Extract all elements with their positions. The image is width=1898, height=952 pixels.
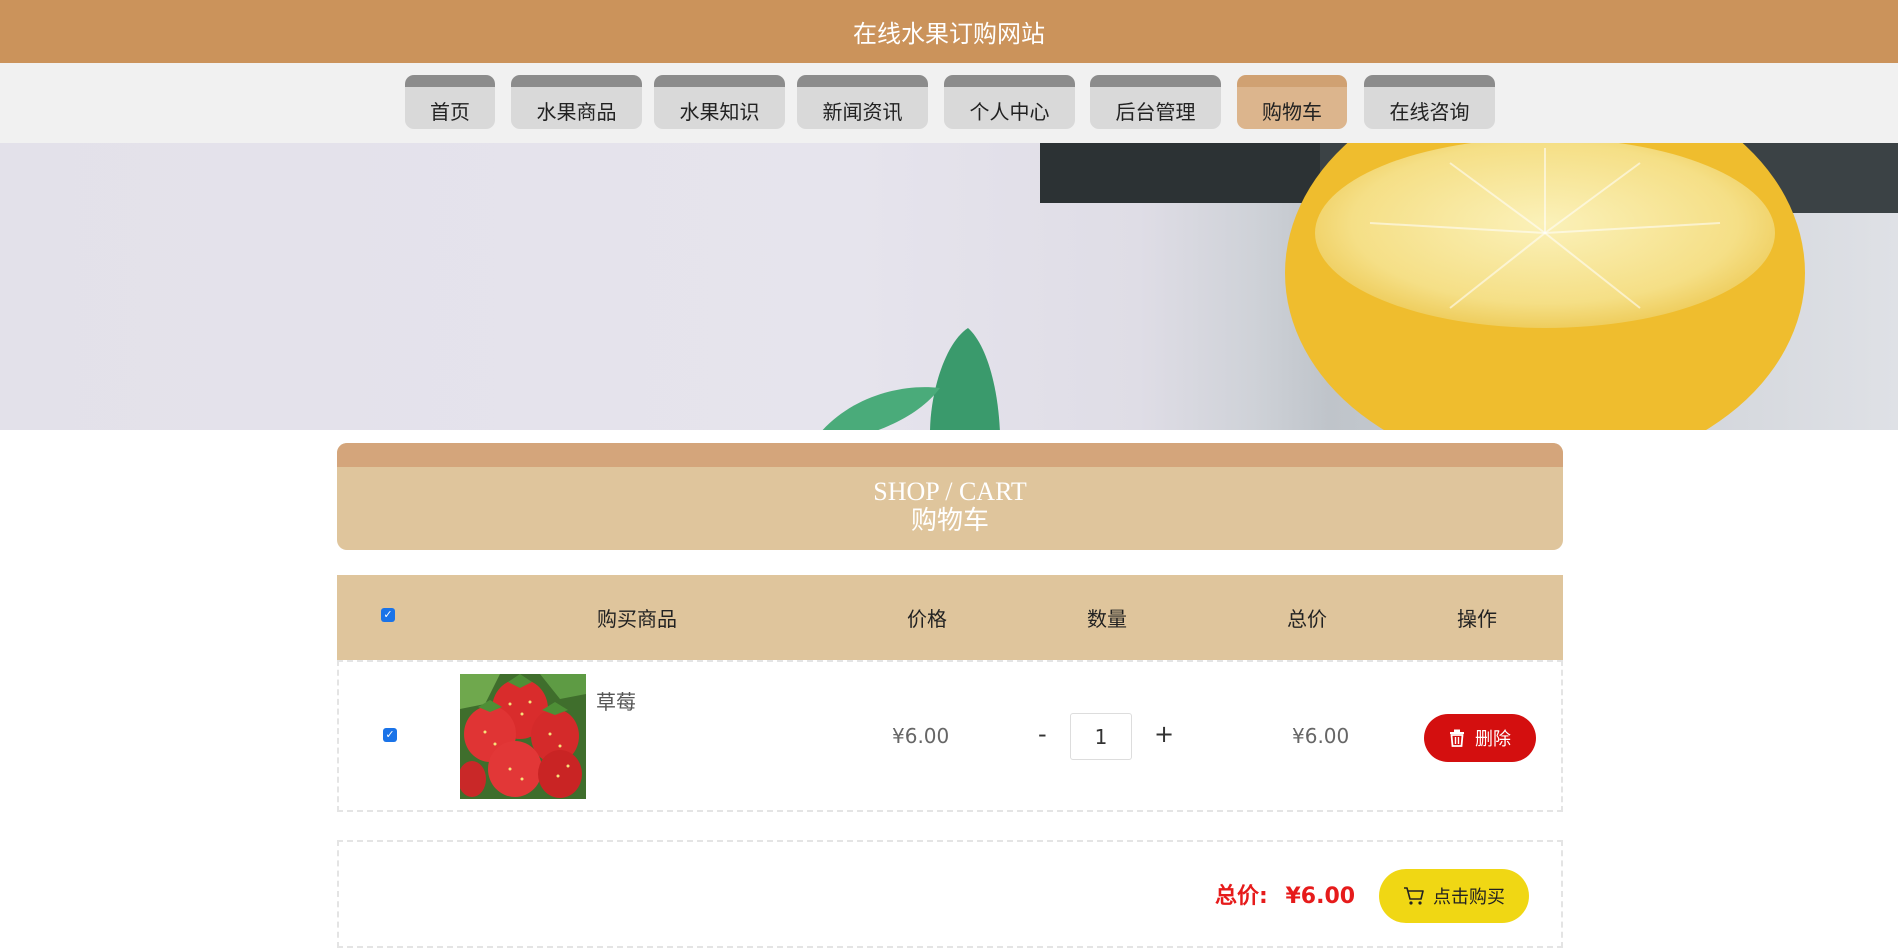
grand-total-label: 总价: [1215, 884, 1268, 909]
lemon-banner-image [822, 143, 1898, 430]
header-total: 总价 [1287, 607, 1327, 631]
checkmark-icon: ✓ [383, 608, 393, 621]
strawberry-icon [460, 674, 586, 799]
title-strip [337, 443, 1563, 467]
grand-total-value: ¥6.00 [1285, 884, 1356, 909]
quantity-input[interactable]: 1 [1070, 713, 1132, 760]
select-all-checkbox[interactable]: ✓ [381, 608, 395, 622]
grand-total: 总价: ¥6.00 [1215, 878, 1355, 910]
nav-item-admin[interactable]: 后台管理 [1090, 75, 1221, 129]
site-header: 在线水果订购网站 [0, 0, 1898, 63]
cart-table-header: ✓ 购买商品 价格 数量 总价 操作 [337, 575, 1563, 660]
nav-item-fruit-products[interactable]: 水果商品 [511, 75, 642, 129]
hero-banner [0, 143, 1898, 430]
buy-button-label: 点击购买 [1433, 887, 1505, 908]
cart-icon [1404, 887, 1424, 905]
nav-item-online-consult[interactable]: 在线咨询 [1364, 75, 1495, 129]
delete-button[interactable]: 删除 [1424, 714, 1536, 762]
item-checkbox[interactable]: ✓ [383, 728, 397, 742]
quantity-decrement-button[interactable]: - [1038, 720, 1047, 748]
header-price: 价格 [907, 607, 947, 631]
header-product: 购买商品 [597, 607, 677, 631]
item-total: ¥6.00 [1292, 724, 1350, 748]
cart-section-title: SHOP / CART 购物车 [337, 443, 1563, 550]
trash-icon [1450, 729, 1464, 747]
header-action: 操作 [1457, 607, 1497, 631]
nav-item-fruit-knowledge[interactable]: 水果知识 [654, 75, 785, 129]
cart-item-row: ✓ 草莓 ¥6.00 - 1 + ¥6.00 删除 [337, 660, 1563, 812]
main-nav: 首页 水果商品 水果知识 新闻资讯 个人中心 后台管理 购物车 在线咨询 [0, 63, 1898, 143]
site-title: 在线水果订购网站 [853, 20, 1045, 48]
buy-button[interactable]: 点击购买 [1379, 869, 1529, 923]
nav-item-cart[interactable]: 购物车 [1237, 75, 1347, 129]
section-title-cn: 购物车 [910, 506, 989, 535]
strawberry-image[interactable] [460, 674, 586, 799]
item-name[interactable]: 草莓 [596, 686, 636, 715]
cart-summary: 总价: ¥6.00 点击购买 [337, 840, 1563, 948]
item-price: ¥6.00 [892, 724, 950, 748]
checkmark-icon: ✓ [385, 728, 395, 741]
nav-item-news[interactable]: 新闻资讯 [797, 75, 928, 129]
nav-item-personal-center[interactable]: 个人中心 [944, 75, 1075, 129]
nav-item-home[interactable]: 首页 [405, 75, 495, 129]
delete-button-label: 删除 [1475, 729, 1511, 750]
quantity-increment-button[interactable]: + [1154, 720, 1174, 748]
section-title-en: SHOP / CART [873, 477, 1027, 506]
header-quantity: 数量 [1087, 607, 1127, 631]
